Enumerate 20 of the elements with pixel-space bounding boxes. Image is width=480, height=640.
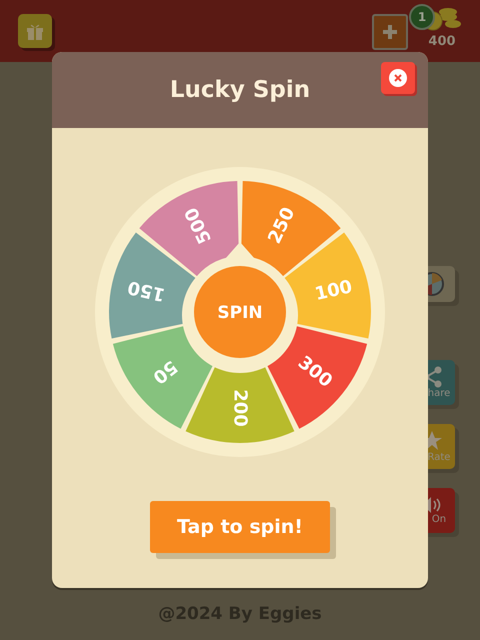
segment-value: 150 <box>126 276 168 306</box>
segment-value: 50 <box>148 356 182 388</box>
spin-button[interactable]: Tap to spin! <box>150 501 330 553</box>
button-label: hare <box>426 388 450 399</box>
count-badge: 1 <box>409 4 435 30</box>
dialog-title: Lucky Spin <box>170 77 310 103</box>
close-icon <box>389 69 407 87</box>
segment-value: 200 <box>230 389 250 427</box>
spin-button[interactable]: SPIN <box>194 266 286 358</box>
gift-button[interactable] <box>18 14 52 48</box>
close-button[interactable] <box>381 62 415 94</box>
add-button[interactable] <box>372 14 408 50</box>
segment-value: 300 <box>294 352 336 392</box>
button-label: Rate <box>426 452 450 463</box>
segment-value: 100 <box>312 276 354 306</box>
segment-value: 500 <box>180 204 216 247</box>
segment-value: 250 <box>264 204 300 247</box>
plus-icon <box>382 24 398 40</box>
button-label: On <box>430 514 446 525</box>
coin-count: 400 <box>428 34 456 49</box>
